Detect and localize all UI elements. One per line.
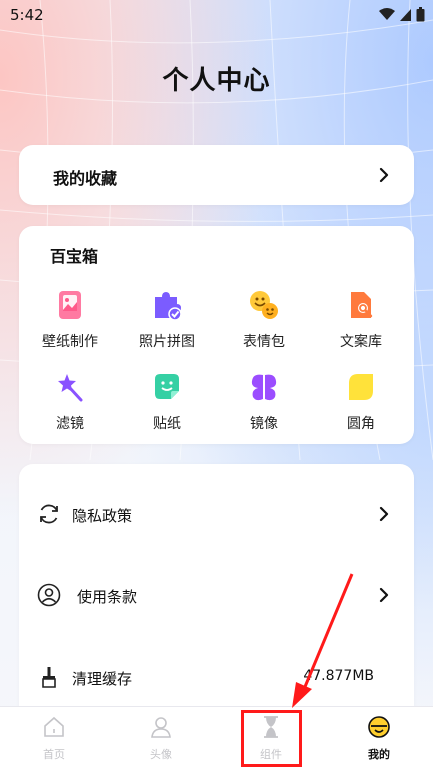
tool-label: 文案库 xyxy=(340,334,382,350)
terms-of-use-row[interactable]: 使用条款 xyxy=(19,580,414,610)
user-icon xyxy=(37,583,61,607)
refresh-icon xyxy=(40,504,58,524)
favorites-row[interactable]: 我的收藏 xyxy=(19,145,414,205)
tool-label: 滤镜 xyxy=(56,416,84,432)
tool-label: 镜像 xyxy=(250,416,278,432)
favorites-label: 我的收藏 xyxy=(53,169,118,188)
tool-label: 贴纸 xyxy=(153,416,181,432)
privacy-policy-row[interactable]: 隐私政策 xyxy=(19,499,414,529)
settings-card: 隐私政策 使用条款 清理缓存 47.877MB xyxy=(19,464,414,724)
terms-of-use-label: 使用条款 xyxy=(77,588,138,606)
tool-emoji-pack[interactable]: 表情包 xyxy=(218,289,310,351)
tool-copywriting[interactable]: 文案库 xyxy=(315,289,407,351)
signal-icon xyxy=(400,8,411,21)
highlight-box xyxy=(241,710,302,767)
toolbox-card: 百宝箱 壁纸制作 照片拼图 表情包 文案库 滤镜 贴纸 镜像 圆角 xyxy=(19,226,414,444)
tab-mine-label: 我的 xyxy=(368,748,390,761)
clear-cache-row[interactable]: 清理缓存 47.877MB xyxy=(19,662,414,692)
privacy-policy-label: 隐私政策 xyxy=(72,507,133,525)
tab-home-label: 首页 xyxy=(43,748,65,761)
status-time: 5:42 xyxy=(10,6,44,24)
puzzle-icon xyxy=(155,292,182,321)
tool-sticker[interactable]: 贴纸 xyxy=(121,371,213,433)
person-icon xyxy=(151,717,171,738)
tool-label: 壁纸制作 xyxy=(42,334,98,350)
sticker-icon xyxy=(155,374,179,399)
wallpaper-icon xyxy=(59,291,81,319)
bottom-tab-bar: 首页 头像 组件 我的 xyxy=(0,706,433,772)
clear-cache-label: 清理缓存 xyxy=(72,670,133,688)
page-title: 个人中心 xyxy=(162,66,271,96)
magic-wand-icon xyxy=(58,374,83,402)
cache-size-value: 47.877MB xyxy=(303,668,374,684)
tool-label: 圆角 xyxy=(347,416,375,432)
chevron-right-icon xyxy=(379,587,389,603)
wifi-icon xyxy=(379,8,395,20)
tool-label: 表情包 xyxy=(243,334,285,350)
tab-avatar-label: 头像 xyxy=(150,748,172,761)
battery-icon xyxy=(416,7,425,22)
status-bar: 5:42 xyxy=(0,0,433,30)
chevron-right-icon xyxy=(379,167,389,183)
tab-mine[interactable]: 我的 xyxy=(344,715,414,762)
tab-avatar[interactable]: 头像 xyxy=(126,715,196,762)
rounded-corner-icon xyxy=(349,374,373,400)
tool-photo-collage[interactable]: 照片拼图 xyxy=(121,289,213,351)
home-icon xyxy=(44,716,64,737)
tool-label: 照片拼图 xyxy=(139,334,195,350)
chevron-right-icon xyxy=(379,506,389,522)
emoji-pack-icon xyxy=(250,291,278,319)
smiley-face-icon xyxy=(368,716,390,738)
brush-icon xyxy=(42,667,56,688)
mirror-icon xyxy=(251,374,277,401)
toolbox-title: 百宝箱 xyxy=(50,247,99,266)
tool-rounded-corner[interactable]: 圆角 xyxy=(315,371,407,433)
tool-mirror[interactable]: 镜像 xyxy=(218,371,310,433)
tool-filter[interactable]: 滤镜 xyxy=(24,371,116,433)
document-search-icon xyxy=(351,292,373,318)
tool-wallpaper[interactable]: 壁纸制作 xyxy=(24,289,116,351)
tab-home[interactable]: 首页 xyxy=(19,715,89,762)
